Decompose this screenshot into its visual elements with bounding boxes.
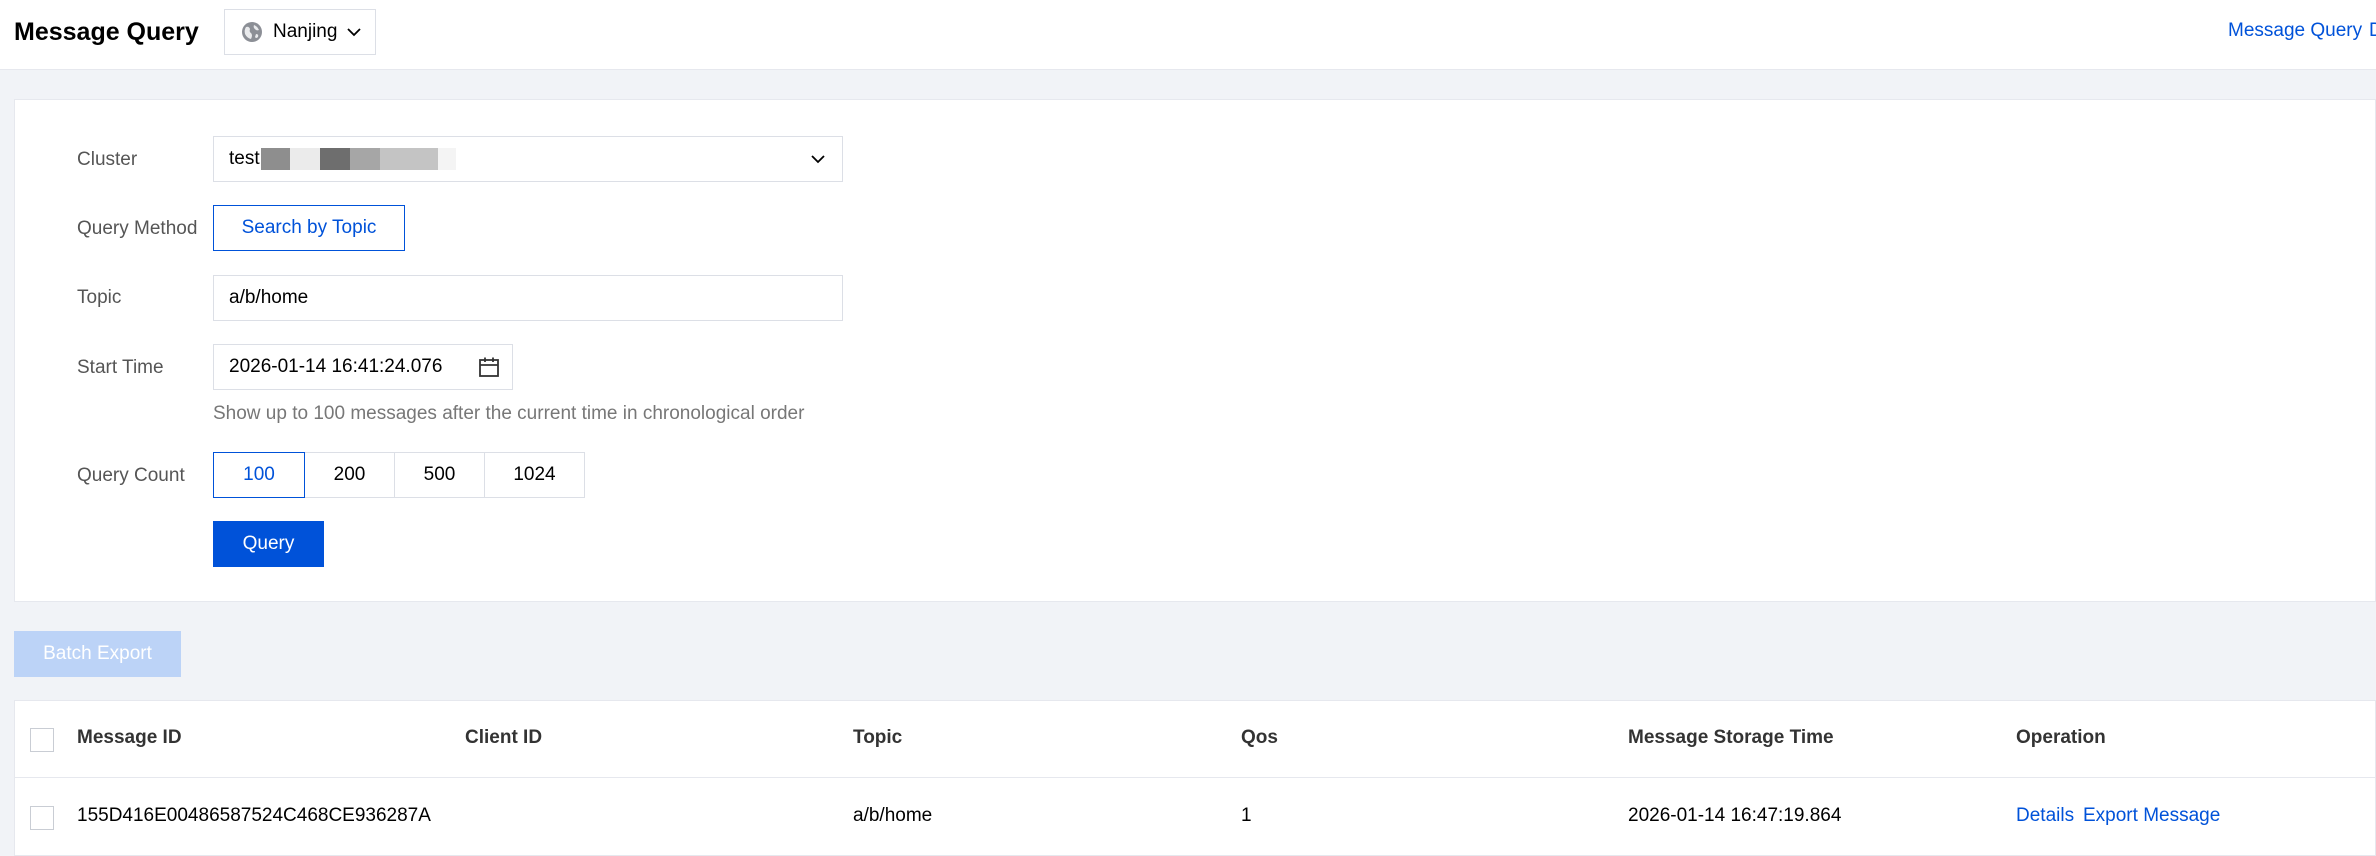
start-time-hint: Show up to 100 messages after the curren…	[213, 403, 805, 424]
start-time-label: Start Time	[77, 357, 164, 378]
region-label: Nanjing	[273, 21, 338, 42]
results-table: Message ID Client ID Topic Qos Message S…	[14, 700, 2376, 856]
message-query-link[interactable]: Message Query	[2228, 20, 2362, 42]
column-header-topic: Topic	[853, 727, 903, 748]
details-link[interactable]: Details	[2016, 805, 2074, 827]
topic-input[interactable]	[213, 275, 843, 321]
start-time-value: 2026-01-14 16:41:24.076	[229, 356, 443, 377]
page-title: Message Query	[14, 18, 199, 46]
column-header-client-id: Client ID	[465, 727, 543, 748]
header-link-truncated[interactable]: D	[2369, 20, 2376, 42]
search-by-topic-button[interactable]: Search by Topic	[213, 205, 405, 251]
cell-message-id: 155D416E00486587524C468CE936287A	[77, 805, 431, 826]
column-header-operation: Operation	[2016, 727, 2106, 748]
query-count-group: 100 200 500 1024	[213, 452, 585, 498]
batch-export-button[interactable]: Batch Export	[14, 631, 181, 677]
cluster-value: test	[229, 148, 260, 169]
cell-topic: a/b/home	[853, 805, 933, 826]
select-all-checkbox[interactable]	[30, 728, 54, 752]
column-header-message-id: Message ID	[77, 727, 182, 748]
column-header-storage-time: Message Storage Time	[1628, 727, 1834, 748]
query-count-100[interactable]: 100	[213, 452, 305, 498]
query-count-200[interactable]: 200	[304, 452, 395, 498]
top-header: Message Query Nanjing Message Query D	[0, 0, 2376, 70]
chevron-down-icon	[347, 28, 362, 37]
cell-qos: 1	[1241, 805, 1252, 826]
topic-label: Topic	[77, 287, 122, 308]
query-count-500[interactable]: 500	[394, 452, 485, 498]
query-count-label: Query Count	[77, 465, 185, 486]
table-row: 155D416E00486587524C468CE936287A a/b/hom…	[15, 778, 2375, 856]
cluster-select[interactable]: test	[213, 136, 843, 182]
chevron-down-icon	[811, 155, 825, 164]
cell-storage-time: 2026-01-14 16:47:19.864	[1628, 805, 1842, 826]
column-header-qos: Qos	[1241, 727, 1278, 748]
export-message-link[interactable]: Export Message	[2083, 805, 2220, 827]
globe-icon	[242, 22, 262, 42]
region-select[interactable]: Nanjing	[224, 9, 376, 55]
query-count-1024[interactable]: 1024	[484, 452, 585, 498]
query-method-label: Query Method	[77, 218, 198, 239]
calendar-icon[interactable]	[478, 356, 500, 378]
table-header-row: Message ID Client ID Topic Qos Message S…	[15, 701, 2375, 778]
start-time-picker[interactable]: 2026-01-14 16:41:24.076	[213, 344, 513, 390]
redacted-cluster-name	[260, 148, 456, 170]
query-button[interactable]: Query	[213, 521, 324, 567]
row-checkbox[interactable]	[30, 806, 54, 830]
cluster-label: Cluster	[77, 149, 138, 170]
